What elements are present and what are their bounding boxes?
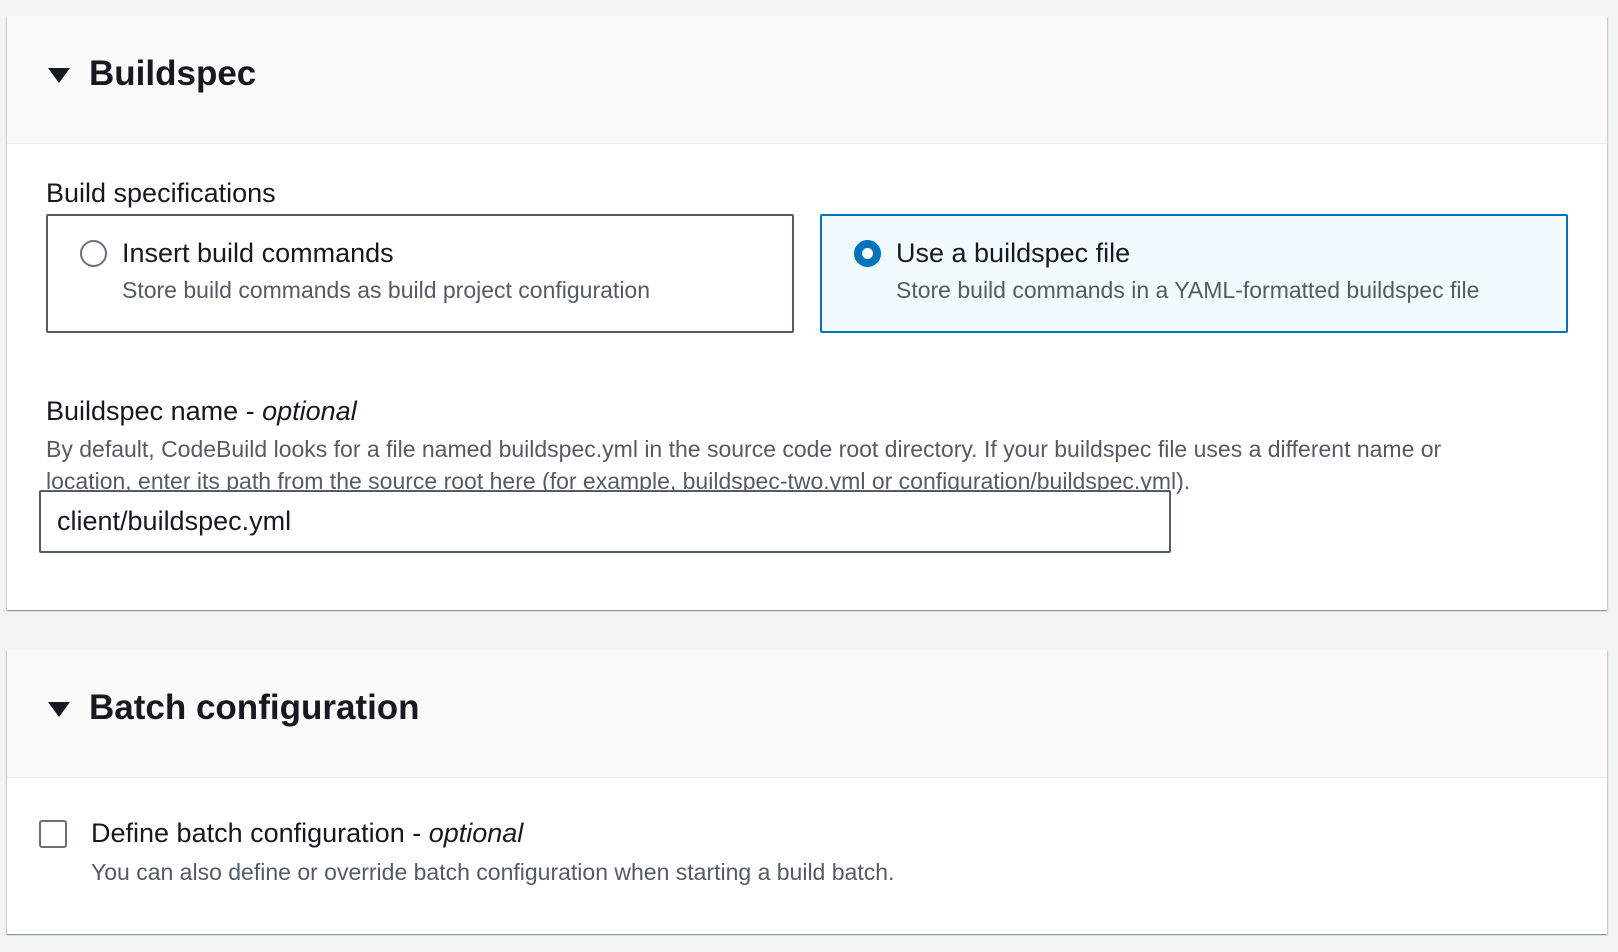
define-batch-configuration-description: You can also define or override batch co… <box>91 859 895 885</box>
buildspec-panel-header[interactable]: Buildspec <box>7 16 1607 144</box>
build-specifications-label: Build specifications <box>46 178 276 208</box>
caret-down-icon[interactable] <box>48 68 70 83</box>
batch-configuration-panel-header[interactable]: Batch configuration <box>7 650 1607 778</box>
define-batch-configuration-label[interactable]: Define batch configuration - optional <box>91 816 523 850</box>
use-buildspec-file-option[interactable]: Use a buildspec file Store build command… <box>820 214 1568 333</box>
batch-configuration-panel: Batch configuration <box>7 650 1607 934</box>
use-buildspec-file-radio[interactable] <box>854 240 881 267</box>
buildspec-section-title[interactable]: Buildspec <box>89 52 256 96</box>
insert-build-commands-description: Store build commands as build project co… <box>122 277 651 303</box>
batch-configuration-section-title[interactable]: Batch configuration <box>89 686 420 730</box>
caret-down-icon[interactable] <box>48 702 70 717</box>
define-batch-configuration-label-text: Define batch configuration - <box>91 818 429 848</box>
buildspec-name-input[interactable] <box>39 490 1171 553</box>
use-buildspec-file-label: Use a buildspec file <box>896 238 1131 268</box>
use-buildspec-file-description: Store build commands in a YAML-formatted… <box>896 277 1480 303</box>
buildspec-name-optional-label: optional <box>262 396 357 426</box>
define-batch-configuration-checkbox[interactable] <box>39 820 67 848</box>
buildspec-name-label-text: Buildspec name - <box>46 396 263 426</box>
insert-build-commands-label: Insert build commands <box>122 238 394 268</box>
insert-build-commands-option[interactable]: Insert build commands Store build comman… <box>46 214 794 333</box>
define-batch-configuration-optional-label: optional <box>428 818 524 848</box>
buildspec-name-label: Buildspec name - optional <box>46 394 357 428</box>
buildspec-name-description-line1: By default, CodeBuild looks for a file n… <box>46 436 1442 462</box>
insert-build-commands-radio[interactable] <box>80 240 107 267</box>
